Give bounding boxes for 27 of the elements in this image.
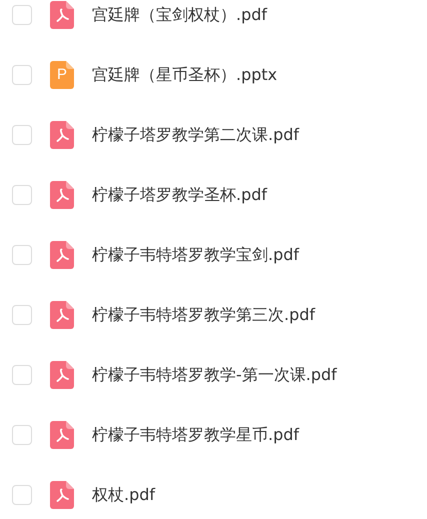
checkbox[interactable] [12, 125, 32, 145]
checkbox[interactable] [12, 365, 32, 385]
pdf-file-icon [50, 181, 74, 209]
checkbox[interactable] [12, 305, 32, 325]
pdf-file-icon [50, 121, 74, 149]
file-name[interactable]: 柠檬子韦特塔罗教学星币.pdf [92, 424, 300, 446]
checkbox[interactable] [12, 425, 32, 445]
file-name[interactable]: 柠檬子塔罗教学圣杯.pdf [92, 184, 268, 206]
file-name[interactable]: 宫廷牌（宝剑权杖）.pdf [92, 4, 268, 26]
file-name[interactable]: 柠檬子韦特塔罗教学-第一次课.pdf [92, 364, 337, 386]
pdf-file-icon [50, 361, 74, 389]
checkbox[interactable] [12, 185, 32, 205]
pdf-file-icon [50, 421, 74, 449]
file-name[interactable]: 柠檬子韦特塔罗教学第三次.pdf [92, 304, 316, 326]
checkbox[interactable] [12, 485, 32, 505]
pdf-file-icon [50, 241, 74, 269]
file-name[interactable]: 宫廷牌（星币圣杯）.pptx [92, 64, 278, 86]
presentation-file-icon: P [50, 61, 74, 89]
file-name[interactable]: 权杖.pdf [92, 484, 156, 506]
file-name[interactable]: 柠檬子塔罗教学第二次课.pdf [92, 124, 300, 146]
file-name[interactable]: 柠檬子韦特塔罗教学宝剑.pdf [92, 244, 300, 266]
pdf-file-icon [50, 301, 74, 329]
pdf-file-icon [50, 1, 74, 29]
checkbox[interactable] [12, 65, 32, 85]
checkbox[interactable] [12, 245, 32, 265]
checkbox[interactable] [12, 5, 32, 25]
pdf-file-icon [50, 481, 74, 509]
